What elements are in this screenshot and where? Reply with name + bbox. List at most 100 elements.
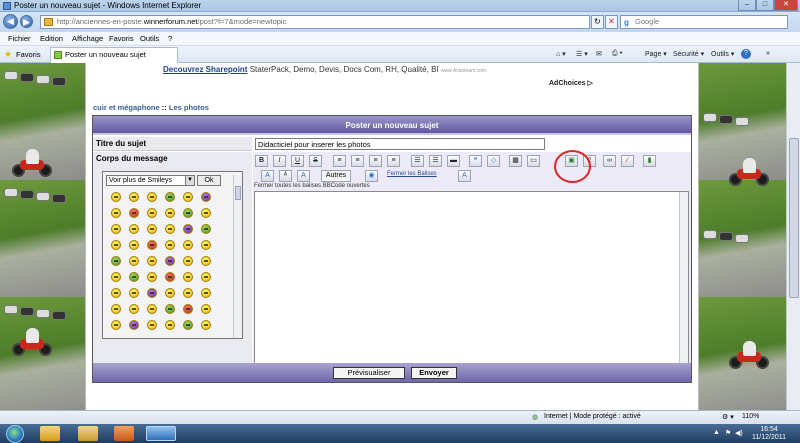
menu-edition[interactable]: Edition — [40, 34, 63, 43]
smiley-icon[interactable] — [111, 240, 121, 250]
smiley-icon[interactable] — [129, 256, 139, 266]
align-left-icon[interactable]: ≡ — [333, 155, 346, 167]
tab-poster-sujet[interactable]: Poster un nouveau sujet — [50, 47, 178, 63]
smiley-icon[interactable] — [165, 304, 175, 314]
breadcrumb-section[interactable]: Les photos — [169, 103, 209, 112]
subject-input[interactable]: Didacticiel pour inserer les photos — [255, 138, 545, 150]
menu-outils[interactable]: Outils — [140, 34, 159, 43]
smiley-icon[interactable] — [111, 304, 121, 314]
menu-affichage[interactable]: Affichage — [72, 34, 103, 43]
smiley-select[interactable]: Voir plus de Smileys ▼ — [106, 175, 195, 186]
smiley-icon[interactable] — [183, 272, 193, 282]
smiley-icon[interactable] — [147, 224, 157, 234]
tools-menu[interactable]: Outils ▾ — [711, 50, 734, 58]
smiley-icon[interactable] — [165, 224, 175, 234]
menu-fichier[interactable]: Fichier — [8, 34, 31, 43]
smiley-icon[interactable] — [129, 224, 139, 234]
font-size-icon[interactable]: ᴬ — [279, 170, 292, 182]
media-player-icon[interactable] — [114, 426, 134, 441]
smiley-scrollbar[interactable] — [233, 175, 242, 338]
smiley-icon[interactable] — [129, 288, 139, 298]
ad-link[interactable]: Decouvrez Sharepoint — [163, 65, 247, 74]
smiley-icon[interactable] — [147, 288, 157, 298]
smiley-icon[interactable] — [129, 192, 139, 202]
smiley-icon[interactable] — [147, 208, 157, 218]
smiley-icon[interactable] — [147, 256, 157, 266]
page-menu[interactable]: Page ▾ — [645, 50, 667, 58]
autres-button[interactable]: Autres — [321, 170, 351, 182]
align-center-icon[interactable]: ≡ — [351, 155, 364, 167]
minimize-button[interactable]: – — [738, 0, 756, 11]
smiley-icon[interactable] — [111, 256, 121, 266]
smiley-icon[interactable] — [111, 272, 121, 282]
list-icon[interactable]: ☰ — [411, 155, 424, 167]
smiley-icon[interactable] — [165, 320, 175, 330]
smiley-icon[interactable] — [183, 240, 193, 250]
search-input[interactable]: g Google — [620, 15, 788, 29]
zone-status[interactable]: Internet | Mode protégé : activé — [544, 413, 641, 420]
menu-favoris[interactable]: Favoris — [109, 34, 134, 43]
feeds-icon[interactable]: ☰ ▾ — [576, 50, 588, 58]
smiley-icon[interactable] — [183, 208, 193, 218]
smiley-icon[interactable] — [165, 288, 175, 298]
refresh-icon[interactable]: ↻ — [591, 15, 604, 29]
send-button[interactable]: Envoyer — [411, 367, 457, 379]
favorites-star-icon[interactable]: ★ — [4, 49, 12, 60]
menu-help[interactable]: ? — [168, 34, 172, 43]
smiley-ok-button[interactable]: Ok — [197, 175, 221, 186]
code-icon[interactable]: ◇ — [487, 155, 500, 167]
close-button[interactable]: ✕ — [774, 0, 798, 11]
maximize-button[interactable]: □ — [756, 0, 774, 11]
smiley-icon[interactable] — [183, 224, 193, 234]
back-arrow-icon[interactable]: ◀ — [3, 14, 18, 29]
home-icon[interactable]: ⌂ ▾ — [556, 50, 566, 58]
smiley-icon[interactable] — [111, 288, 121, 298]
preview-button[interactable]: Prévisualiser — [333, 367, 405, 379]
quote-icon[interactable]: ❝ — [469, 155, 482, 167]
extras-icon[interactable]: » — [766, 50, 770, 57]
smiley-icon[interactable] — [183, 256, 193, 266]
smiley-icon[interactable] — [183, 192, 193, 202]
bold-button[interactable]: B — [255, 155, 268, 167]
smiley-icon[interactable] — [201, 272, 211, 282]
smiley-icon[interactable] — [201, 288, 211, 298]
forward-arrow-icon[interactable]: ▶ — [20, 15, 33, 28]
stop-icon[interactable]: ✕ — [605, 15, 618, 29]
mail-app-icon[interactable] — [40, 426, 60, 441]
underline-button[interactable]: U — [291, 155, 304, 167]
smiley-icon[interactable] — [201, 240, 211, 250]
url-input[interactable]: http://anciennes-en-poste.winnerforum.ne… — [40, 15, 590, 29]
favorites-label[interactable]: Favoris — [16, 50, 41, 59]
wysiwyg-icon[interactable]: A — [458, 170, 471, 182]
smiley-icon[interactable] — [111, 320, 121, 330]
tray-arrow-icon[interactable]: ▲ — [713, 429, 720, 436]
justify-icon[interactable]: ≡ — [387, 155, 400, 167]
security-menu[interactable]: Sécurité ▾ — [673, 50, 704, 58]
smiley-icon[interactable] — [129, 304, 139, 314]
smiley-icon[interactable] — [147, 304, 157, 314]
message-textarea[interactable] — [254, 191, 689, 367]
link-icon[interactable]: ∞ — [603, 155, 616, 167]
protect-icon[interactable]: ⚙ ▾ — [722, 413, 734, 421]
smiley-icon[interactable] — [183, 288, 193, 298]
smiley-icon[interactable] — [183, 304, 193, 314]
smiley-icon[interactable] — [201, 208, 211, 218]
smiley-icon[interactable] — [111, 192, 121, 202]
smiley-icon[interactable] — [165, 272, 175, 282]
smiley-icon[interactable] — [201, 256, 211, 266]
help-icon[interactable]: ? — [741, 49, 751, 59]
smiley-icon[interactable] — [147, 272, 157, 282]
table-icon[interactable]: ▦ — [509, 155, 522, 167]
smiley-icon[interactable] — [201, 224, 211, 234]
smiley-icon[interactable] — [165, 240, 175, 250]
explorer-folder-icon[interactable] — [78, 426, 98, 441]
font-face-icon[interactable]: A — [297, 170, 310, 182]
fermer-balises-link[interactable]: Fermer les Balises — [387, 171, 437, 177]
textarea-scrollbar[interactable] — [679, 192, 688, 366]
smiley-icon[interactable] — [165, 192, 175, 202]
strike-button[interactable]: S — [309, 155, 322, 167]
smiley-icon[interactable] — [165, 208, 175, 218]
ie-taskbar-icon[interactable] — [146, 426, 176, 441]
smiley-icon[interactable] — [129, 272, 139, 282]
smiley-icon[interactable] — [147, 240, 157, 250]
